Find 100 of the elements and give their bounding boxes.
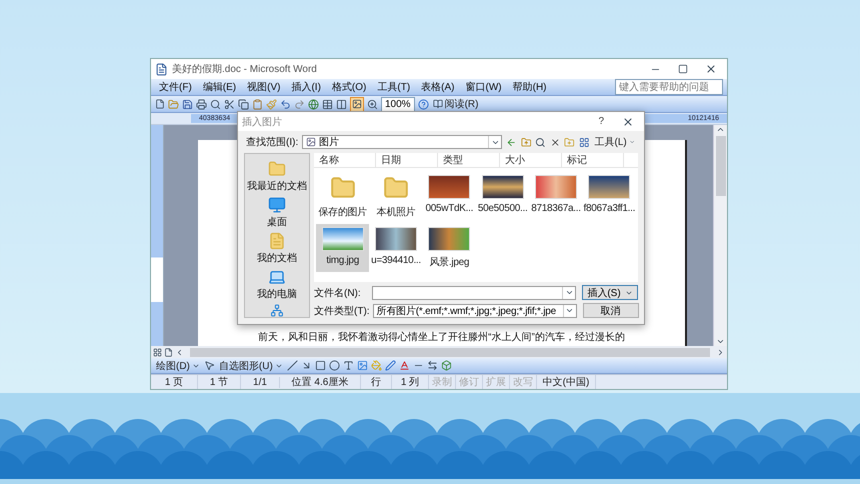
place-item[interactable]: 我最近的文档 bbox=[247, 179, 307, 193]
monitor-icon bbox=[268, 196, 286, 214]
printer-icon[interactable] bbox=[196, 98, 207, 110]
back-icon[interactable] bbox=[506, 136, 517, 148]
document-folder-icon bbox=[268, 232, 286, 250]
new-document-icon[interactable] bbox=[155, 99, 165, 109]
menu-item[interactable]: 表格(A) bbox=[417, 80, 458, 94]
save-icon[interactable] bbox=[182, 98, 193, 110]
zoom-icon[interactable] bbox=[367, 98, 378, 110]
file-item[interactable]: 本机照片 bbox=[369, 172, 423, 222]
file-type-dropdown[interactable]: 所有图片(*.emf;*.wmf;*.jpg;*.jpeg;*.jfif;*.jpe bbox=[372, 304, 577, 318]
columns-icon[interactable] bbox=[336, 98, 347, 110]
file-item[interactable]: u=394410... bbox=[369, 224, 423, 272]
file-item[interactable]: 保存的图片 bbox=[316, 172, 370, 222]
column-header[interactable]: 大小 bbox=[500, 153, 562, 167]
cancel-button[interactable]: 取消 bbox=[582, 303, 639, 318]
draw-menu[interactable]: 绘图(D) bbox=[155, 358, 201, 373]
three-d-icon[interactable] bbox=[440, 360, 452, 371]
file-name: 8718367a... bbox=[531, 203, 581, 214]
file-item[interactable]: f8067a3ff1... bbox=[582, 172, 636, 222]
file-name: 风景.jpeg bbox=[430, 256, 470, 269]
status-item: 1/1 bbox=[241, 376, 280, 388]
file-name: 005wTdK... bbox=[426, 203, 474, 214]
scroll-down-icon bbox=[716, 337, 725, 346]
autoshapes-menu[interactable]: 自选图形(U) bbox=[218, 358, 284, 373]
place-item[interactable]: 我的文档 bbox=[257, 251, 297, 265]
status-item: 1 列 bbox=[392, 375, 429, 389]
insert-button[interactable]: 插入(S) bbox=[582, 285, 638, 300]
fill-color-icon[interactable] bbox=[370, 360, 382, 371]
folder-icon bbox=[268, 160, 286, 178]
help-search-field[interactable]: 键入需要帮助的问题 bbox=[615, 79, 723, 95]
file-item[interactable]: timg.jpg bbox=[316, 224, 370, 272]
drawing-toggle-button[interactable] bbox=[350, 96, 364, 112]
rectangle-icon[interactable] bbox=[314, 360, 326, 371]
delete-icon[interactable] bbox=[550, 136, 560, 148]
menu-item[interactable]: 格式(O) bbox=[328, 80, 370, 94]
column-header[interactable]: 日期 bbox=[376, 153, 438, 167]
folder-up-icon[interactable] bbox=[520, 136, 532, 148]
pointer-icon[interactable] bbox=[204, 360, 215, 371]
column-header[interactable]: 名称 bbox=[314, 153, 376, 167]
file-name: 本机照片 bbox=[376, 206, 416, 219]
paste-icon[interactable] bbox=[252, 98, 263, 110]
scissors-icon[interactable] bbox=[224, 98, 235, 110]
file-item[interactable]: 50e50500... bbox=[476, 172, 530, 222]
menu-item[interactable]: 编辑(E) bbox=[198, 80, 240, 94]
arrow-style-icon[interactable] bbox=[426, 360, 438, 371]
maximize-icon bbox=[678, 64, 688, 74]
menu-item[interactable]: 插入(I) bbox=[287, 80, 325, 94]
menu-item[interactable]: 窗口(W) bbox=[462, 80, 506, 94]
zoom-field[interactable]: 100% bbox=[381, 96, 415, 112]
picture-icon bbox=[352, 99, 362, 109]
file-name-field[interactable] bbox=[372, 286, 576, 300]
vertical-scrollbar[interactable] bbox=[713, 125, 727, 346]
picture-icon[interactable] bbox=[356, 360, 368, 371]
column-header[interactable]: 类型 bbox=[438, 153, 500, 167]
file-name: 50e50500... bbox=[478, 203, 528, 214]
file-item[interactable]: 8718367a... bbox=[529, 172, 583, 222]
file-item[interactable]: 005wTdK... bbox=[422, 172, 476, 222]
status-item: 修订 bbox=[456, 375, 483, 389]
help-button[interactable]: ? bbox=[592, 116, 610, 127]
help-icon[interactable] bbox=[418, 98, 429, 110]
line-color-icon[interactable] bbox=[384, 360, 396, 371]
photo-placeholder bbox=[374, 227, 417, 251]
file-name: u=394410... bbox=[371, 255, 421, 266]
menu-item[interactable]: 文件(F) bbox=[155, 80, 196, 94]
photo-placeholder bbox=[482, 175, 524, 199]
file-name-label: 文件名(N): bbox=[314, 286, 362, 300]
view-mode-icon[interactable] bbox=[153, 348, 162, 356]
photo-placeholder bbox=[428, 175, 470, 199]
table-icon[interactable] bbox=[322, 98, 333, 110]
line-icon[interactable] bbox=[286, 360, 298, 371]
photo-placeholder bbox=[588, 175, 630, 199]
read-button[interactable]: 阅读(R) bbox=[432, 96, 480, 112]
network-icon[interactable] bbox=[270, 304, 284, 317]
place-item[interactable]: 桌面 bbox=[267, 215, 287, 229]
column-header[interactable]: 标记 bbox=[562, 153, 624, 167]
horizontal-scrollbar[interactable] bbox=[151, 346, 727, 358]
dialog-title: 插入图片 bbox=[242, 116, 283, 128]
views-icon[interactable] bbox=[578, 136, 590, 148]
text-box-icon[interactable] bbox=[342, 360, 354, 371]
computer-icon bbox=[268, 268, 286, 286]
file-item[interactable]: 风景.jpeg bbox=[422, 224, 476, 272]
print-preview-icon[interactable] bbox=[210, 98, 221, 110]
menu-item[interactable]: 视图(V) bbox=[243, 80, 284, 94]
menu-item[interactable]: 帮助(H) bbox=[508, 80, 550, 94]
font-color-icon[interactable] bbox=[398, 360, 410, 371]
hyperlink-icon[interactable] bbox=[308, 98, 319, 110]
scrollbar-thumb[interactable] bbox=[716, 136, 726, 196]
search-icon[interactable] bbox=[535, 136, 546, 148]
look-in-dropdown[interactable]: 图片 bbox=[302, 135, 502, 149]
place-item[interactable]: 我的电脑 bbox=[257, 287, 297, 301]
look-in-label: 查找范围(I): bbox=[246, 136, 298, 149]
menu-item[interactable]: 工具(T) bbox=[373, 80, 414, 94]
page-view-icon[interactable] bbox=[164, 348, 173, 356]
document-text-line: 前天，风和日丽，我怀着激动得心情坐上了开往滕州“水上人间”的汽车，经过漫长的 bbox=[258, 330, 625, 344]
copy-icon[interactable] bbox=[238, 98, 249, 110]
tools-menu[interactable]: 工具(L) bbox=[594, 134, 636, 150]
undo-icon[interactable] bbox=[280, 98, 291, 110]
ellipse-icon[interactable] bbox=[328, 360, 340, 371]
redo-icon[interactable] bbox=[294, 98, 305, 110]
